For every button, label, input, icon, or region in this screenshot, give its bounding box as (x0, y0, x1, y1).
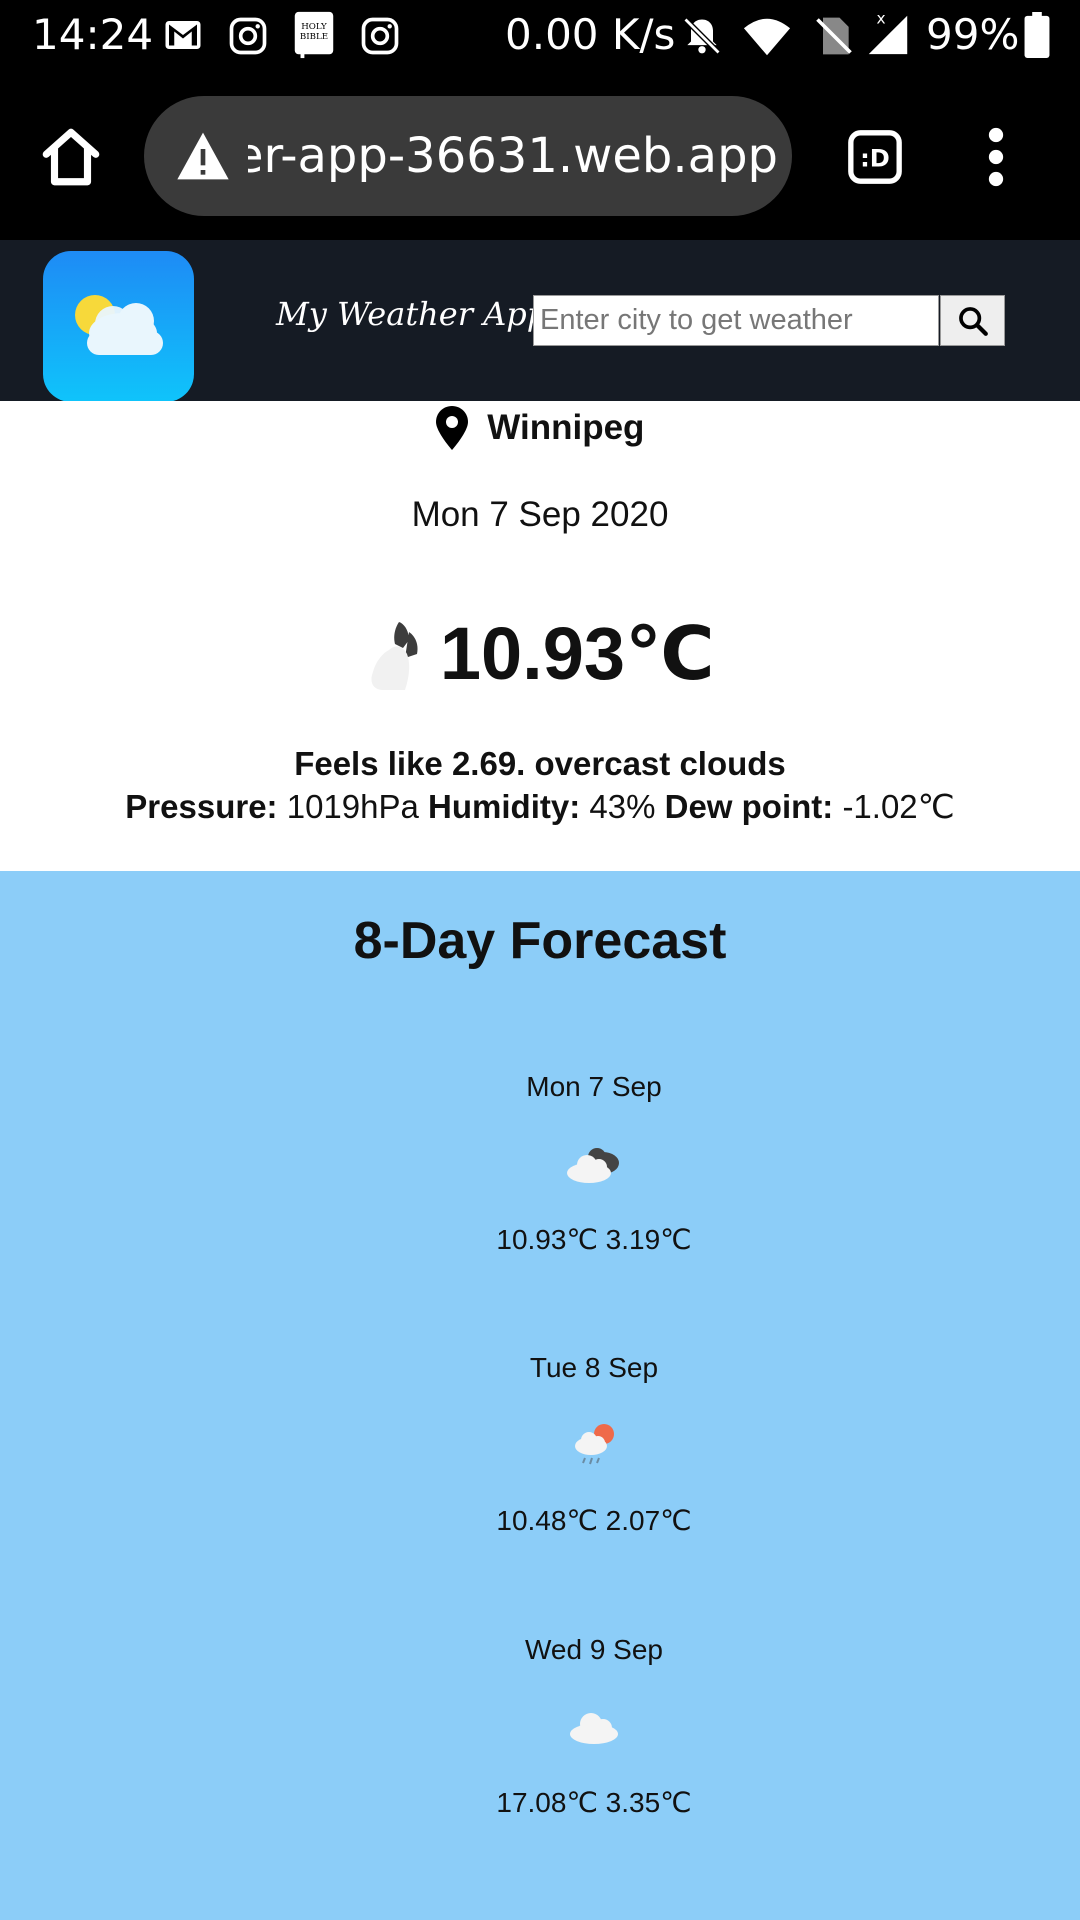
forecast-day-temps: 17.08℃ 3.35℃ (496, 1787, 692, 1818)
search-button[interactable] (940, 295, 1005, 346)
no-sim-icon (816, 17, 852, 55)
app-header: My Weather App (0, 240, 1080, 402)
url-text[interactable]: weather-app-36631.web.app (248, 126, 778, 186)
battery-icon (1024, 12, 1050, 58)
instagram-icon (229, 17, 267, 55)
search-icon (958, 306, 988, 336)
bible-app-icon: HOLY BIBLE (294, 11, 334, 59)
network-speed: 0.00 K/s (505, 10, 676, 59)
browser-toolbar: weather-app-36631.web.app :D (0, 72, 1080, 240)
temperature-row: 10.93℃ (0, 611, 1080, 697)
city-search-input[interactable] (533, 295, 939, 346)
more-vert-icon[interactable] (976, 124, 1016, 190)
humidity-value: 43% (589, 788, 656, 825)
forecast-day-name: Tue 8 Sep (529, 1352, 659, 1383)
forecast-day: Mon 7 Sep 10.93℃ 3.19℃ (0, 1071, 1080, 1256)
warning-icon[interactable] (174, 128, 232, 184)
location-pin-icon (435, 406, 468, 450)
dew-point-value: -1.02℃ (842, 788, 955, 825)
forecast-title: 8-Day Forecast (353, 912, 727, 970)
signal-icon: x (868, 9, 908, 55)
weather-details: Pressure: 1019hPa Humidity: 43% Dew poin… (0, 787, 1080, 826)
svg-text:HOLY: HOLY (301, 22, 327, 32)
city-name: Winnipeg (487, 408, 645, 447)
sun-cloud-icon (75, 295, 163, 355)
cloud-icon (570, 1713, 618, 1744)
forecast-day: Wed 9 Sep 17.08℃ 3.35℃ (0, 1634, 1080, 1819)
forecast-day-name: Wed 9 Sep (524, 1634, 664, 1665)
forecast-section: 8-Day Forecast Mon 7 Sep 10.93℃ 3.19℃ Tu… (0, 871, 1080, 1920)
app-title: My Weather App (276, 295, 548, 333)
gmail-icon (165, 21, 201, 49)
extension-icon[interactable]: :D (846, 128, 904, 186)
home-icon[interactable] (38, 124, 104, 190)
pressure-label: Pressure: (125, 788, 278, 825)
current-weather: Winnipeg Mon 7 Sep 2020 10.93℃ Feels lik… (0, 401, 1080, 871)
battery-percent: 99% (926, 10, 1020, 59)
location: Winnipeg (0, 406, 1080, 450)
wifi-icon (743, 18, 791, 56)
feels-like: Feels like 2.69. overcast clouds (294, 745, 786, 782)
status-time: 14:24 (32, 10, 154, 59)
svg-text:x: x (876, 9, 885, 27)
rain-sun-icon (575, 1424, 614, 1465)
forecast-day-temps: 10.48℃ 2.07℃ (496, 1505, 692, 1536)
forecast-day-name: Mon 7 Sep (526, 1071, 662, 1102)
instagram-icon (361, 17, 399, 55)
address-bar[interactable]: weather-app-36631.web.app (144, 96, 792, 216)
overcast-clouds-icon (371, 622, 418, 690)
app-logo[interactable] (43, 251, 194, 402)
dew-point-label: Dew point: (664, 788, 834, 825)
muted-bell-icon (683, 17, 721, 55)
svg-text::D: :D (860, 145, 890, 173)
current-temperature: 10.93℃ (439, 612, 715, 695)
forecast-day-temps: 10.93℃ 3.19℃ (496, 1224, 692, 1255)
status-bar: 14:24 HOLY BIBLE 0.00 K/s x 99% (0, 0, 1080, 72)
svg-text:BIBLE: BIBLE (300, 32, 328, 42)
forecast-day: Tue 8 Sep 10.48℃ 2.07℃ (0, 1352, 1080, 1537)
current-date: Mon 7 Sep 2020 (411, 495, 669, 534)
pressure-value: 1019hPa (286, 788, 419, 825)
overcast-clouds-icon (567, 1148, 619, 1183)
humidity-label: Humidity: (428, 788, 581, 825)
